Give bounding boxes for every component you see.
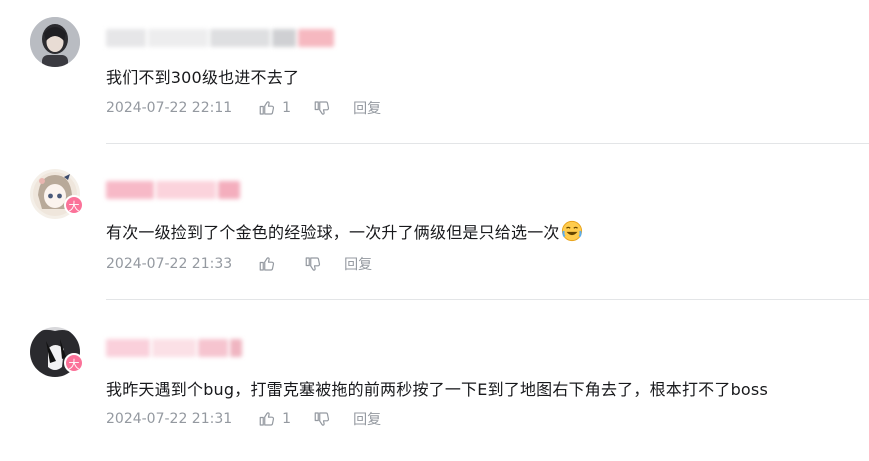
comment-time: 2024-07-22 21:31 <box>106 411 233 427</box>
like-button[interactable] <box>258 255 282 273</box>
comment-time: 2024-07-22 21:33 <box>106 256 233 272</box>
thumbs-up-icon <box>259 412 275 426</box>
thumbs-down-icon <box>314 101 330 115</box>
dislike-button[interactable] <box>313 410 331 428</box>
comment-text: 我昨天遇到个bug，打雷克塞被拖的前两秒按了一下E到了地图右下角去了，根本打不了… <box>106 380 768 399</box>
comment-text: 我们不到300级也进不去了 <box>106 68 300 87</box>
laughing-tears-emoji-icon <box>561 220 583 242</box>
thumbs-up-icon <box>259 257 275 271</box>
like-button[interactable]: 1 <box>258 410 291 428</box>
username-blurred[interactable] <box>106 337 244 359</box>
comment-time: 2024-07-22 22:11 <box>106 100 233 116</box>
comment-meta: 2024-07-22 21:33 回复 <box>106 254 372 274</box>
avatar[interactable]: 大 <box>30 169 84 219</box>
avatar[interactable] <box>30 17 80 67</box>
vip-badge: 大 <box>64 353 84 373</box>
thumbs-down-icon <box>314 412 330 426</box>
like-count: 1 <box>282 411 292 427</box>
comment-text: 有次一级捡到了个金色的经验球，一次升了俩级但是只给选一次 <box>106 219 583 243</box>
vip-badge: 大 <box>64 195 84 215</box>
avatar-image <box>30 17 80 67</box>
comment-item: 大 有次一级捡到了个金色的经验球，一次升了俩级但是只给选一次 2024-07-2… <box>0 155 869 305</box>
avatar[interactable]: 大 <box>30 327 84 377</box>
comment-meta: 2024-07-22 21:31 1 回复 <box>106 409 381 429</box>
comment-item: 大 我昨天遇到个bug，打雷克塞被拖的前两秒按了一下E到了地图右下角去了，根本打… <box>0 311 869 461</box>
reply-button[interactable]: 回复 <box>353 409 381 429</box>
dislike-button[interactable] <box>304 255 322 273</box>
dislike-button[interactable] <box>313 99 331 117</box>
reply-button[interactable]: 回复 <box>344 254 372 274</box>
username-blurred[interactable] <box>106 27 336 49</box>
comment-item: 我们不到300级也进不去了 2024-07-22 22:11 1 回复 <box>0 0 869 150</box>
thumbs-down-icon <box>305 257 321 271</box>
comment-text-body: 有次一级捡到了个金色的经验球，一次升了俩级但是只给选一次 <box>106 223 560 242</box>
thumbs-up-icon <box>259 101 275 115</box>
comment-meta: 2024-07-22 22:11 1 回复 <box>106 98 381 118</box>
reply-button[interactable]: 回复 <box>353 98 381 118</box>
divider <box>106 143 869 144</box>
username-blurred[interactable] <box>106 179 242 201</box>
divider <box>106 299 869 300</box>
like-count: 1 <box>282 100 292 116</box>
like-button[interactable]: 1 <box>258 99 291 117</box>
